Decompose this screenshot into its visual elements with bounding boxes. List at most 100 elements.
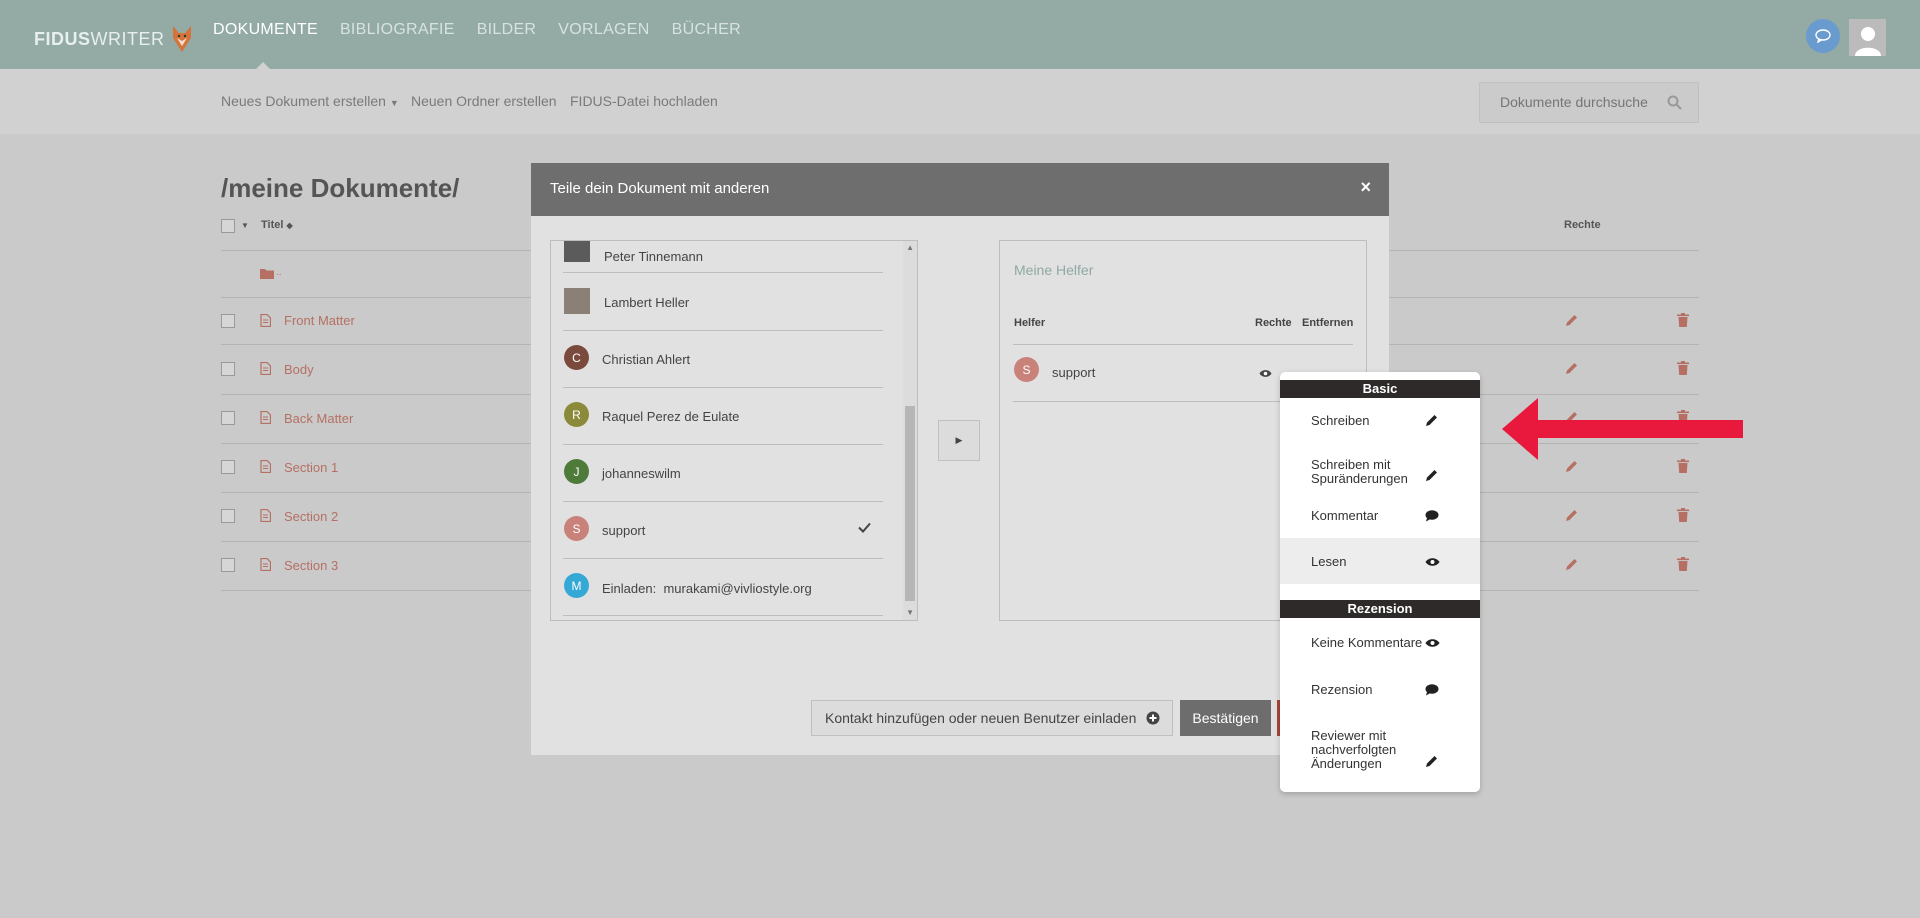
scroll-down-icon[interactable]: ▼ [906, 608, 914, 617]
dialog-title: Teile dein Dokument mit anderen [550, 180, 770, 197]
invite-item[interactable]: M Einladen: murakami@vivliostyle.org [563, 559, 883, 616]
contact-item[interactable]: J johanneswilm [563, 445, 883, 502]
title-column-header[interactable]: Titel ◆ [261, 219, 293, 231]
trash-icon[interactable] [1677, 508, 1689, 522]
new-folder-button[interactable]: Neuen Ordner erstellen [411, 93, 557, 109]
caret-down-icon[interactable]: ▼ [241, 221, 249, 230]
helper-name: support [1052, 365, 1096, 380]
contact-name: Raquel Perez de Eulate [602, 409, 740, 424]
document-title-link[interactable]: Body [284, 362, 314, 377]
rights-column-header: Rechte [1255, 317, 1292, 329]
folder-icon [260, 269, 274, 279]
chat-button[interactable] [1806, 19, 1840, 53]
contact-avatar: S [564, 516, 589, 541]
top-navigation-bar: FIDUS WRITER DOKUMENTE BIBLIOGRAFIE BILDE… [0, 0, 1920, 69]
pencil-icon [1426, 756, 1437, 767]
trash-icon[interactable] [1677, 313, 1689, 327]
contact-name: support [602, 523, 646, 538]
plus-circle-icon [1146, 711, 1160, 725]
contact-avatar: M [564, 573, 589, 598]
comment-icon [1425, 510, 1439, 522]
search-icon[interactable] [1667, 95, 1682, 110]
row-checkbox[interactable] [221, 362, 235, 376]
dialog-header: Teile dein Dokument mit anderen × [531, 163, 1389, 216]
fidus-writer-logo[interactable]: FIDUS WRITER [34, 24, 193, 54]
scrollbar-thumb[interactable] [905, 406, 915, 601]
menu-item-lesen[interactable]: Lesen [1280, 538, 1480, 584]
menu-item-label: Kommentar [1311, 508, 1379, 523]
menu-item-schreiben-spuraenderungen[interactable]: Schreiben mit Spuränderungen [1280, 442, 1480, 492]
document-icon [260, 314, 271, 327]
invite-prefix: Einladen: [602, 581, 657, 596]
logo-text-light: WRITER [90, 28, 165, 49]
pencil-icon [1426, 415, 1437, 426]
document-title-link[interactable]: Section 1 [284, 460, 338, 475]
menu-item-label: Schreiben mit Spuränderungen [1311, 457, 1408, 486]
contact-avatar: J [564, 459, 589, 484]
rights-selector[interactable] [1259, 365, 1272, 383]
row-checkbox[interactable] [221, 411, 235, 425]
contact-name: Christian Ahlert [602, 352, 691, 367]
trash-icon[interactable] [1677, 459, 1689, 473]
upload-fidus-file-button[interactable]: FIDUS-Datei hochladen [570, 93, 718, 109]
nav-bibliografie[interactable]: BIBLIOGRAFIE [340, 21, 455, 39]
menu-item-keine-kommentare[interactable]: Keine Kommentare [1280, 619, 1480, 665]
contact-item-selected[interactable]: S support [563, 502, 883, 559]
document-title-link[interactable]: Section 3 [284, 558, 338, 573]
contact-item[interactable]: Peter Tinnemann [563, 241, 883, 273]
add-contact-label: Kontakt hinzufügen oder neuen Benutzer e… [825, 710, 1137, 726]
document-icon [260, 509, 271, 522]
search-input[interactable] [1500, 94, 1660, 110]
row-checkbox[interactable] [221, 509, 235, 523]
nav-vorlagen[interactable]: VORLAGEN [558, 21, 649, 39]
row-checkbox[interactable] [221, 460, 235, 474]
close-icon[interactable]: × [1360, 177, 1371, 198]
contact-list[interactable]: Peter Tinnemann Lambert Heller C Christi… [550, 240, 918, 621]
contact-item[interactable]: R Raquel Perez de Eulate [563, 388, 883, 445]
pencil-icon [1566, 315, 1577, 326]
nav-bilder[interactable]: BILDER [477, 21, 537, 39]
nav-dokumente[interactable]: DOKUMENTE [213, 21, 318, 39]
scroll-up-icon[interactable]: ▲ [906, 243, 914, 252]
menu-item-kommentar[interactable]: Kommentar [1280, 492, 1480, 538]
document-title-link[interactable]: Section 2 [284, 509, 338, 524]
menu-item-schreiben[interactable]: Schreiben [1280, 399, 1480, 442]
document-title-link[interactable]: Back Matter [284, 411, 353, 426]
page-title: /meine Dokumente/ [221, 173, 460, 203]
confirm-button[interactable]: Bestätigen [1180, 700, 1271, 736]
user-avatar-button[interactable] [1849, 19, 1886, 56]
sort-icon: ◆ [286, 221, 293, 230]
share-document-dialog: Teile dein Dokument mit anderen × Peter … [531, 163, 1389, 755]
remove-column-header: Entfernen [1302, 317, 1354, 329]
new-document-label: Neues Dokument erstellen [221, 93, 386, 109]
comment-icon [1425, 684, 1439, 696]
pencil-icon [1566, 363, 1577, 374]
main-navigation: DOKUMENTE BIBLIOGRAFIE BILDER VORLAGEN B… [213, 21, 763, 39]
scrollbar[interactable]: ▲ ▼ [903, 241, 917, 620]
contact-photo [564, 241, 590, 262]
invite-label: Einladen: murakami@vivliostyle.org [602, 581, 812, 596]
add-to-helpers-button[interactable]: ▶ [938, 420, 980, 461]
contact-avatar: C [564, 345, 589, 370]
logo-text-bold: FIDUS [34, 28, 91, 49]
menu-item-rezension[interactable]: Rezension [1280, 665, 1480, 711]
select-all-checkbox[interactable] [221, 219, 235, 233]
add-contact-button[interactable]: Kontakt hinzufügen oder neuen Benutzer e… [811, 700, 1173, 736]
contact-item[interactable]: C Christian Ahlert [563, 331, 883, 388]
menu-item-reviewer-aenderungen[interactable]: Reviewer mit nachverfolgten Änderungen [1280, 711, 1480, 781]
rights-dropdown-menu: Basic Schreiben Schreiben mit Spuränderu… [1280, 372, 1480, 792]
nav-buecher[interactable]: BÜCHER [672, 21, 741, 39]
trash-icon[interactable] [1677, 557, 1689, 571]
fox-logo-icon [172, 26, 191, 52]
document-title-link[interactable]: Front Matter [284, 313, 355, 328]
trash-icon[interactable] [1677, 361, 1689, 375]
row-checkbox[interactable] [221, 558, 235, 572]
eye-icon [1259, 370, 1272, 377]
menu-item-label: Keine Kommentare [1311, 635, 1423, 650]
contact-item[interactable]: Lambert Heller [563, 274, 883, 331]
row-checkbox[interactable] [221, 314, 235, 328]
menu-item-label: Lesen [1311, 554, 1347, 569]
new-document-dropdown[interactable]: Neues Dokument erstellen ▼ [221, 93, 399, 109]
menu-item-label: Schreiben [1311, 413, 1370, 428]
section-header-rezension: Rezension [1280, 600, 1480, 618]
